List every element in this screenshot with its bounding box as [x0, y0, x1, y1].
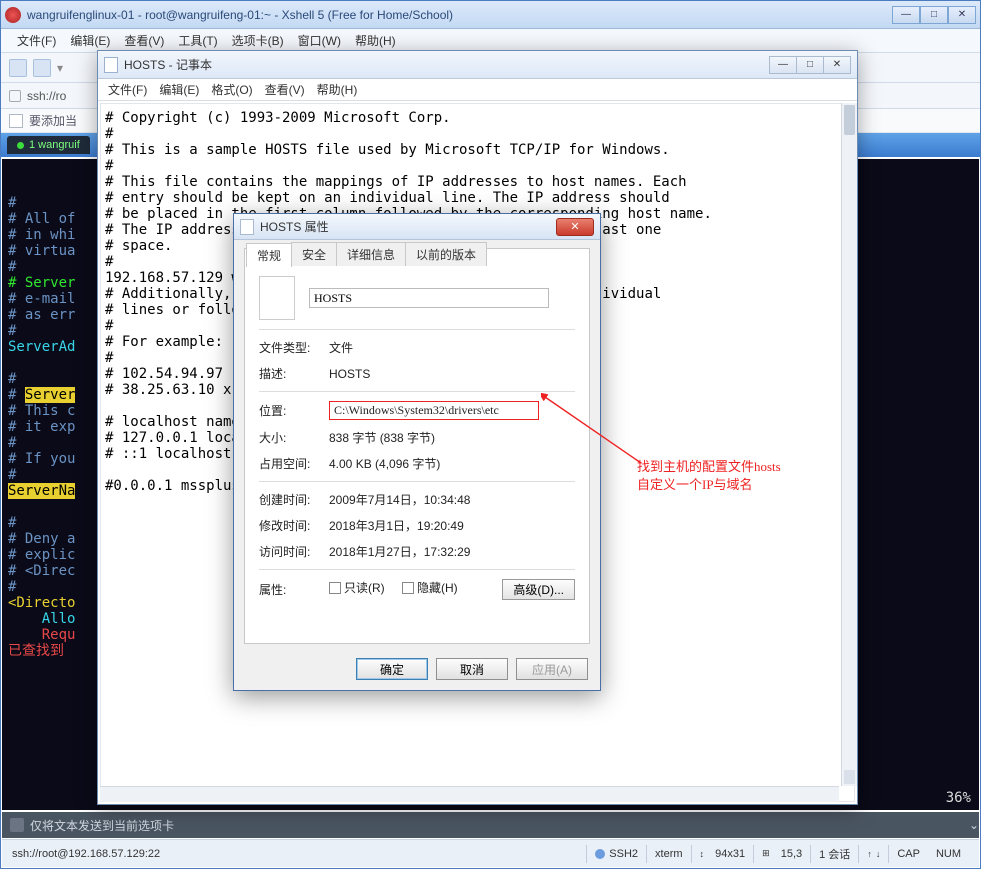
- value-desc: HOSTS: [329, 367, 575, 381]
- label-ctime: 创建时间:: [259, 491, 329, 508]
- notepad-title: HOSTS - 记事本: [124, 56, 764, 73]
- menu-edit[interactable]: 编辑(E): [70, 32, 110, 49]
- label-mtime: 修改时间:: [259, 517, 329, 534]
- active-tab[interactable]: 1 wangruif: [7, 136, 90, 154]
- np-menu-view[interactable]: 查看(V): [265, 81, 305, 98]
- label-desc: 描述:: [259, 365, 329, 382]
- properties-panel: 文件类型:文件 描述:HOSTS 位置:C:\Windows\System32\…: [244, 248, 590, 644]
- status-term: xterm: [646, 845, 691, 863]
- anno-line1: 找到主机的配置文件hosts: [637, 458, 781, 476]
- address-text[interactable]: ssh://ro: [27, 89, 66, 103]
- value-size: 838 字节 (838 字节): [329, 429, 575, 446]
- ok-button[interactable]: 确定: [356, 658, 428, 680]
- menu-tool[interactable]: 工具(T): [178, 32, 217, 49]
- np-menu-format[interactable]: 格式(O): [211, 81, 252, 98]
- document-icon: [9, 114, 23, 128]
- advanced-button[interactable]: 高级(D)...: [502, 579, 575, 600]
- value-location: C:\Windows\System32\drivers\etc: [329, 401, 539, 420]
- open-icon[interactable]: [33, 59, 51, 77]
- tab-details[interactable]: 详细信息: [336, 242, 406, 266]
- np-menu-file[interactable]: 文件(F): [108, 81, 147, 98]
- tab-general[interactable]: 常规: [246, 243, 292, 267]
- np-vertical-scrollbar[interactable]: [841, 103, 857, 786]
- np-menu-help[interactable]: 帮助(H): [317, 81, 358, 98]
- notepad-menubar: 文件(F) 编辑(E) 格式(O) 查看(V) 帮助(H): [98, 79, 857, 101]
- tab-label: 1 wangruif: [29, 139, 80, 151]
- label-attr: 属性:: [259, 581, 329, 598]
- menu-window[interactable]: 窗口(W): [298, 32, 341, 49]
- value-disk: 4.00 KB (4,096 字节): [329, 455, 575, 472]
- value-atime: 2018年1月27日，17:32:29: [329, 543, 575, 560]
- apply-button[interactable]: 应用(A): [516, 658, 588, 680]
- xshell-app-icon: [5, 7, 21, 23]
- compose-placeholder: 仅将文本发送到当前选项卡: [30, 817, 174, 834]
- status-sessions: 1 会话: [810, 845, 858, 863]
- properties-title: HOSTS 属性: [260, 218, 550, 235]
- value-mtime: 2018年3月1日，19:20:49: [329, 517, 575, 534]
- hidden-checkbox[interactable]: 隐藏(H): [402, 579, 458, 596]
- status-size: 94x31: [715, 848, 745, 860]
- np-horizontal-scrollbar[interactable]: [100, 786, 839, 802]
- send-arrow-icon[interactable]: [10, 818, 24, 832]
- lock-icon: [9, 90, 21, 102]
- xshell-title: wangruifenglinux-01 - root@wangruifeng-0…: [27, 8, 892, 22]
- status-pos: 15,3: [781, 848, 802, 860]
- menu-tab[interactable]: 选项卡(B): [232, 32, 284, 49]
- label-location: 位置:: [259, 402, 329, 419]
- status-bar: ssh://root@192.168.57.129:22 SSH2 xterm …: [2, 839, 979, 867]
- status-address: ssh://root@192.168.57.129:22: [12, 848, 586, 860]
- link-icon: [595, 849, 605, 859]
- scroll-down-icon[interactable]: [844, 770, 855, 784]
- label-size: 大小:: [259, 429, 329, 446]
- value-type: 文件: [329, 339, 575, 356]
- scroll-percent: 36%: [946, 790, 971, 806]
- anno-line2: 自定义一个IP与域名: [637, 476, 781, 494]
- properties-close-button[interactable]: ✕: [556, 218, 594, 236]
- tab-previous[interactable]: 以前的版本: [405, 242, 487, 266]
- file-large-icon: [259, 276, 295, 320]
- cancel-button[interactable]: 取消: [436, 658, 508, 680]
- np-maximize-button[interactable]: □: [796, 56, 824, 74]
- label-atime: 访问时间:: [259, 543, 329, 560]
- menu-file[interactable]: 文件(F): [17, 32, 56, 49]
- readonly-checkbox[interactable]: 只读(R): [329, 579, 385, 596]
- menu-help[interactable]: 帮助(H): [355, 32, 396, 49]
- properties-titlebar[interactable]: HOSTS 属性 ✕: [234, 214, 600, 240]
- notepad-icon: [104, 57, 118, 73]
- file-icon: [240, 219, 254, 235]
- maximize-button[interactable]: □: [920, 6, 948, 24]
- np-close-button[interactable]: ✕: [823, 56, 851, 74]
- label-disk: 占用空间:: [259, 455, 329, 472]
- scroll-thumb[interactable]: [844, 105, 855, 135]
- xshell-titlebar[interactable]: wangruifenglinux-01 - root@wangruifeng-0…: [1, 1, 980, 29]
- properties-dialog: HOSTS 属性 ✕ 常规 安全 详细信息 以前的版本 文件类型:文件 描述:H…: [233, 213, 601, 691]
- status-cap: CAP: [888, 845, 928, 863]
- label-type: 文件类型:: [259, 339, 329, 356]
- np-minimize-button[interactable]: —: [769, 56, 797, 74]
- minimize-button[interactable]: —: [892, 6, 920, 24]
- menu-view[interactable]: 查看(V): [124, 32, 164, 49]
- annotation-text: 找到主机的配置文件hosts 自定义一个IP与域名: [637, 458, 781, 494]
- value-ctime: 2009年7月14日，10:34:48: [329, 491, 575, 508]
- tip-text: 要添加当: [29, 112, 77, 129]
- tab-security[interactable]: 安全: [291, 242, 337, 266]
- new-session-icon[interactable]: [9, 59, 27, 77]
- properties-tabs: 常规 安全 详细信息 以前的版本: [246, 242, 486, 266]
- close-button[interactable]: ✕: [948, 6, 976, 24]
- compose-bar[interactable]: 仅将文本发送到当前选项卡 ⌄: [2, 812, 979, 838]
- connected-dot-icon: [17, 142, 24, 149]
- compose-chevron-icon[interactable]: ⌄: [969, 818, 979, 832]
- filename-input[interactable]: [309, 288, 549, 308]
- status-num: NUM: [928, 845, 969, 863]
- status-ssh: SSH2: [609, 848, 638, 860]
- np-menu-edit[interactable]: 编辑(E): [159, 81, 199, 98]
- notepad-titlebar[interactable]: HOSTS - 记事本 — □ ✕: [98, 51, 857, 79]
